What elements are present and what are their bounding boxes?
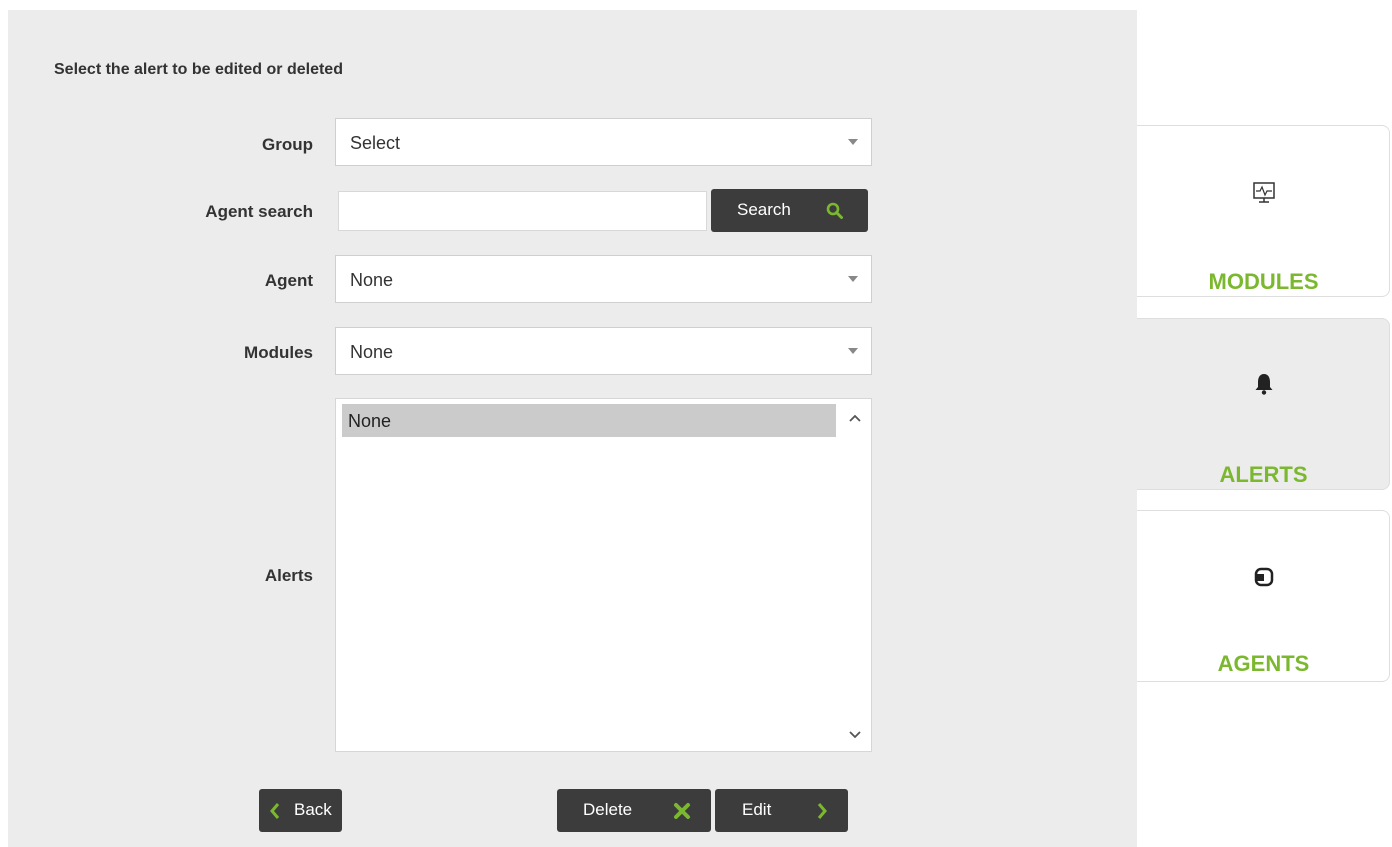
tab-alerts-label: ALERTS <box>1219 462 1308 487</box>
back-button-label: Back <box>294 800 332 819</box>
form-heading: Select the alert to be edited or deleted <box>54 61 343 78</box>
list-item-label: None <box>348 411 392 431</box>
delete-button-label: Delete <box>583 800 633 819</box>
tab-modules-label: MODULES <box>1208 269 1319 294</box>
alerts-listbox[interactable]: None <box>335 398 872 752</box>
agent-search-label: Agent search <box>205 202 313 221</box>
chevron-left-icon <box>270 803 280 819</box>
chevron-right-icon <box>817 803 827 819</box>
close-icon <box>674 803 690 819</box>
tab-alerts[interactable]: ALERTS <box>1137 318 1390 490</box>
agent-search-input[interactable] <box>338 191 707 231</box>
agent-select-value: None <box>350 270 394 290</box>
scroll-down-icon[interactable] <box>844 725 866 745</box>
search-button-label: Search <box>737 200 791 219</box>
bell-icon <box>1255 374 1273 395</box>
group-select[interactable]: Select <box>335 118 872 166</box>
tab-modules[interactable]: MODULES <box>1137 125 1390 297</box>
modules-select-value: None <box>350 342 394 362</box>
agent-select[interactable]: None <box>335 255 872 303</box>
modules-select[interactable]: None <box>335 327 872 375</box>
search-button[interactable]: Search <box>711 189 868 232</box>
tab-agents[interactable]: AGENTS <box>1137 510 1390 682</box>
list-item[interactable]: None <box>342 404 836 437</box>
alerts-label: Alerts <box>264 566 313 585</box>
monitor-icon <box>1253 182 1275 203</box>
search-icon <box>826 202 843 219</box>
edit-button[interactable]: Edit <box>715 789 848 832</box>
edit-button-label: Edit <box>742 800 772 819</box>
agent-icon <box>1254 567 1274 587</box>
delete-button[interactable]: Delete <box>557 789 711 832</box>
tab-agents-label: AGENTS <box>1217 651 1310 676</box>
chevron-down-icon <box>848 348 858 354</box>
scroll-up-icon[interactable] <box>844 408 866 428</box>
modules-label: Modules <box>244 343 313 362</box>
page: Select the alert to be edited or deleted… <box>0 0 1392 847</box>
group-label: Group <box>262 135 313 154</box>
back-button[interactable]: Back <box>259 789 342 832</box>
agent-label: Agent <box>264 271 313 290</box>
group-select-value: Select <box>350 133 401 153</box>
chevron-down-icon <box>848 276 858 282</box>
chevron-down-icon <box>848 139 858 145</box>
